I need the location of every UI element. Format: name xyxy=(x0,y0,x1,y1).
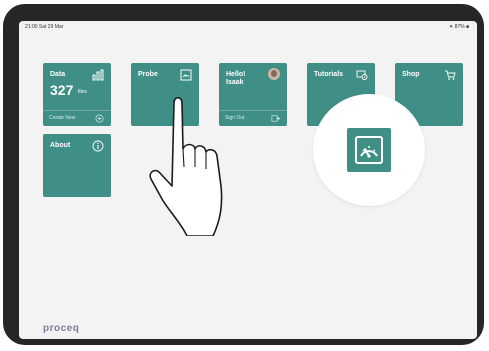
tile-data[interactable]: Data 327 files Create New xyxy=(43,63,111,126)
proceq-logo: proceq xyxy=(43,323,80,334)
probe-icon-callout xyxy=(313,94,425,206)
tutorials-icon xyxy=(356,70,368,80)
create-new-label: Create New xyxy=(49,115,76,121)
tile-probe-title: Probe xyxy=(138,71,158,78)
tile-tutorials-title: Tutorials xyxy=(314,71,344,78)
plus-circle-icon xyxy=(95,114,104,123)
tile-shop-title: Shop xyxy=(402,71,420,78)
files-unit: files xyxy=(78,89,87,95)
status-time: 21:00 Sat 29 Mar xyxy=(25,24,64,30)
gauge-icon xyxy=(180,69,192,81)
tile-about[interactable]: About xyxy=(43,134,111,197)
tile-profile-name: Isaak xyxy=(226,79,244,86)
tablet-frame: 21:00 Sat 29 Mar ✦ 87% ■ Data 327 files … xyxy=(3,4,484,345)
status-indicators: ✦ 87% ■ xyxy=(449,24,469,30)
tile-data-title: Data xyxy=(50,71,66,78)
avatar xyxy=(268,68,280,80)
status-bar: 21:00 Sat 29 Mar ✦ 87% ■ xyxy=(19,21,477,31)
cart-icon xyxy=(445,70,456,80)
create-new-button[interactable]: Create New xyxy=(43,110,111,126)
probe-callout-tile xyxy=(347,128,391,172)
files-count: 327 xyxy=(50,82,74,98)
hand-pointer-illustration xyxy=(149,96,223,236)
sign-out-icon xyxy=(271,115,280,122)
gauge-icon xyxy=(355,136,383,164)
data-bars-icon xyxy=(92,69,104,81)
tile-profile-greeting: Hello! xyxy=(226,71,246,78)
tile-about-title: About xyxy=(50,142,71,149)
info-icon xyxy=(92,140,104,152)
app-screen: 21:00 Sat 29 Mar ✦ 87% ■ Data 327 files … xyxy=(19,21,477,339)
